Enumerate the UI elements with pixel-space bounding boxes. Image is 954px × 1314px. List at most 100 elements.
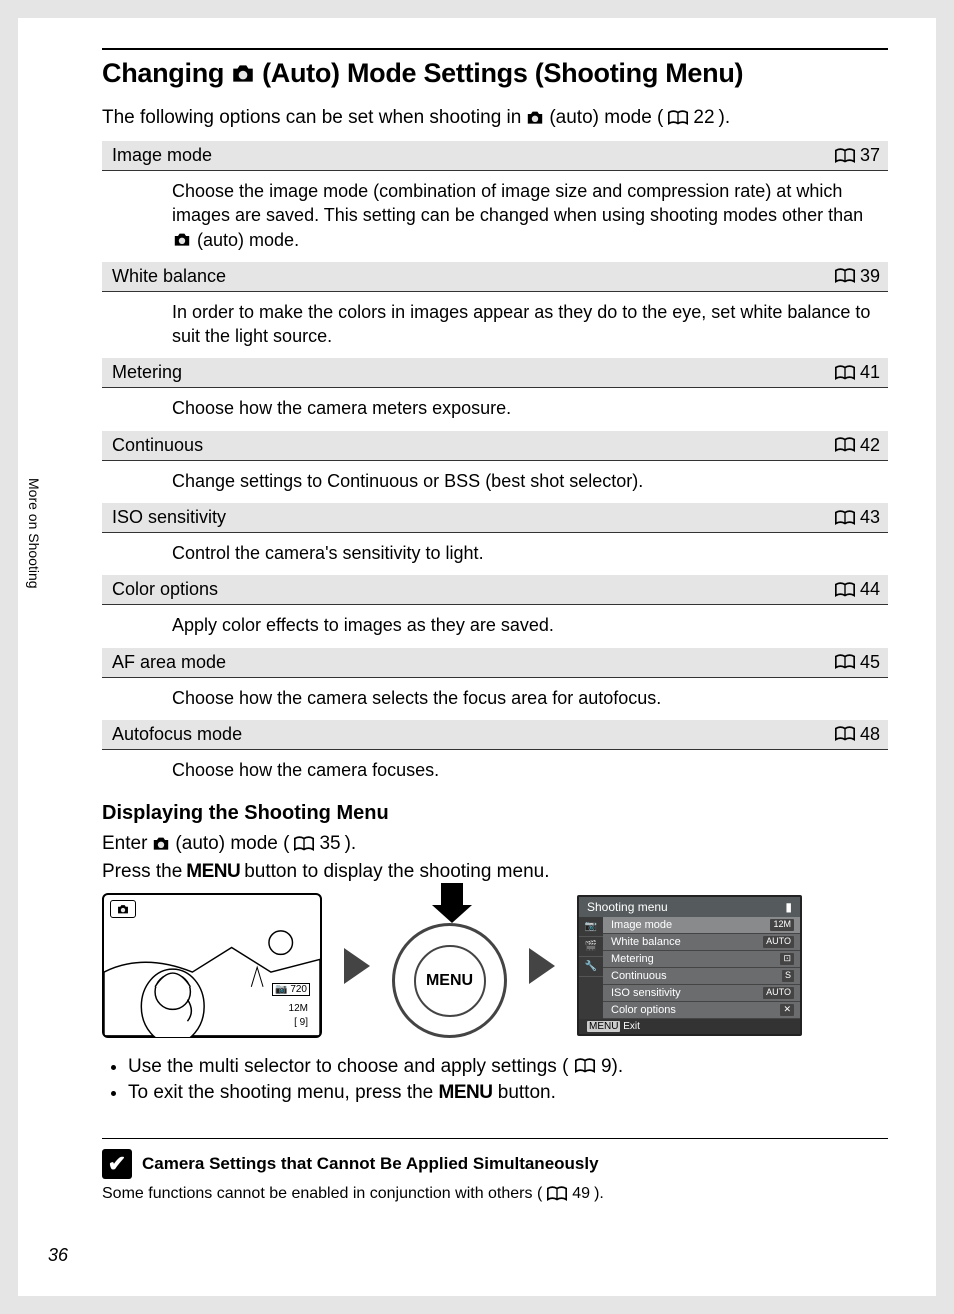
desc-text: Apply color effects to images as they ar… bbox=[172, 615, 554, 635]
camera-icon bbox=[116, 904, 130, 915]
bullet-list: Use the multi selector to choose and app… bbox=[128, 1056, 888, 1104]
menu-item[interactable]: Image mode12M bbox=[603, 917, 800, 934]
option-name: White balance bbox=[112, 266, 226, 287]
option-desc: Control the camera's sensitivity to ligh… bbox=[102, 533, 888, 575]
bullet-item: To exit the shooting menu, press the MEN… bbox=[128, 1082, 888, 1104]
sidebar-label: More on Shooting bbox=[26, 478, 42, 589]
menu-item-value: AUTO bbox=[763, 987, 794, 999]
ref-num: 44 bbox=[860, 579, 880, 600]
tab-movie-icon: 🎬 bbox=[579, 937, 603, 957]
diagram-row: 📷 720 12M [ 9] MENU Shooting menu ▮ bbox=[102, 893, 888, 1038]
option-desc: Choose how the camera selects the focus … bbox=[102, 678, 888, 720]
title-post: (Auto) Mode Settings (Shooting Menu) bbox=[262, 58, 743, 89]
bullet-close: ). bbox=[612, 1056, 624, 1077]
press-pre: Press the bbox=[102, 861, 182, 883]
menu-item-label: White balance bbox=[611, 936, 681, 948]
menu-item[interactable]: Color options ✕ bbox=[603, 1002, 800, 1019]
arrow-right-icon bbox=[529, 948, 555, 984]
desc-pre: Choose the image mode (combination of im… bbox=[172, 181, 863, 225]
menu-item[interactable]: ContinuousS bbox=[603, 968, 800, 985]
menu-item-value: ✕ bbox=[780, 1004, 794, 1016]
tab-setup-icon: 🔧 bbox=[579, 957, 603, 977]
option-row: Metering 41 bbox=[102, 358, 888, 388]
enter-mid: (auto) mode ( bbox=[175, 833, 289, 855]
arrow-down-icon bbox=[432, 883, 472, 921]
book-icon bbox=[834, 510, 856, 526]
ref-num: 45 bbox=[860, 652, 880, 673]
option-desc: Apply color effects to images as they ar… bbox=[102, 605, 888, 647]
menu-item-label: Image mode bbox=[611, 919, 672, 931]
ref-num: 37 bbox=[860, 145, 880, 166]
book-icon bbox=[546, 1186, 568, 1202]
book-icon bbox=[834, 582, 856, 598]
enter-pre: Enter bbox=[102, 833, 147, 855]
book-icon bbox=[834, 268, 856, 284]
camera-icon bbox=[525, 110, 545, 126]
desc-post: (auto) mode. bbox=[197, 230, 299, 250]
intro-ref: 22 bbox=[693, 107, 714, 129]
note-body-ref: 49 bbox=[572, 1185, 590, 1203]
option-row: Autofocus mode 48 bbox=[102, 720, 888, 750]
menu-item[interactable]: ISO sensitivity AUTO bbox=[603, 985, 800, 1002]
intro-pre: The following options can be set when sh… bbox=[102, 107, 521, 129]
intro-post: (auto) mode ( bbox=[549, 107, 663, 129]
note-heading-row: ✔ Camera Settings that Cannot Be Applied… bbox=[102, 1149, 888, 1179]
menu-item[interactable]: White balanceAUTO bbox=[603, 934, 800, 951]
scene-display: 📷 720 12M [ 9] bbox=[102, 893, 322, 1038]
option-name: Color options bbox=[112, 579, 218, 600]
desc-text: In order to make the colors in images ap… bbox=[172, 302, 870, 346]
page-ref: 44 bbox=[834, 579, 880, 600]
note-body-pre: Some functions cannot be enabled in conj… bbox=[102, 1185, 542, 1203]
menu-button[interactable]: MENU bbox=[392, 923, 507, 1038]
desc-text: Choose how the camera focuses. bbox=[172, 760, 439, 780]
book-icon bbox=[834, 726, 856, 742]
press-line: Press the MENU button to display the sho… bbox=[102, 861, 888, 883]
option-name: Autofocus mode bbox=[112, 724, 242, 745]
book-icon bbox=[834, 437, 856, 453]
camera-icon bbox=[151, 836, 171, 852]
arrow-right-icon bbox=[344, 948, 370, 984]
book-icon bbox=[293, 836, 315, 852]
press-post: button to display the shooting menu. bbox=[244, 861, 549, 883]
page-ref: 37 bbox=[834, 145, 880, 166]
option-name: AF area mode bbox=[112, 652, 226, 673]
book-icon bbox=[834, 654, 856, 670]
option-desc: Choose how the camera focuses. bbox=[102, 750, 888, 792]
menu-foot-btn: MENU bbox=[587, 1021, 620, 1032]
sub-heading: Displaying the Shooting Menu bbox=[102, 802, 888, 825]
intro-close: ). bbox=[719, 107, 731, 129]
menu-label: MENU bbox=[439, 1082, 493, 1103]
sidebar-tab: More on Shooting bbox=[18, 458, 50, 638]
menu-item[interactable]: Metering⊡ bbox=[603, 951, 800, 968]
battery-icon: ▮ bbox=[785, 900, 792, 914]
note-body-close: ). bbox=[594, 1185, 604, 1203]
menu-screen: Shooting menu ▮ 📷 🎬 🔧 Image mode12M Whit… bbox=[577, 895, 802, 1036]
camera-icon bbox=[172, 232, 192, 248]
option-row: Image mode 37 bbox=[102, 141, 888, 171]
option-desc: Change settings to Continuous or BSS (be… bbox=[102, 461, 888, 503]
option-row: Continuous 42 bbox=[102, 431, 888, 461]
page-ref: 48 bbox=[834, 724, 880, 745]
enter-ref: 35 bbox=[319, 833, 340, 855]
note-heading: Camera Settings that Cannot Be Applied S… bbox=[142, 1154, 599, 1174]
menu-item-label: Continuous bbox=[611, 970, 667, 982]
desc-text: Choose how the camera meters exposure. bbox=[172, 398, 511, 418]
page-number: 36 bbox=[48, 1245, 68, 1266]
menu-item-label: ISO sensitivity bbox=[611, 987, 681, 999]
option-desc: Choose the image mode (combination of im… bbox=[102, 171, 888, 262]
badge-resolution: 12M bbox=[289, 1003, 308, 1014]
option-name: Continuous bbox=[112, 435, 203, 456]
tab-shoot-icon: 📷 bbox=[579, 917, 603, 937]
menu-item-label: Color options bbox=[611, 1004, 676, 1016]
menu-screen-title: Shooting menu bbox=[587, 900, 668, 914]
title-pre: Changing bbox=[102, 58, 224, 89]
menu-button-label: MENU bbox=[414, 945, 486, 1017]
badge-shots: [ 9] bbox=[294, 1017, 308, 1028]
note-body: Some functions cannot be enabled in conj… bbox=[102, 1185, 888, 1203]
ref-num: 48 bbox=[860, 724, 880, 745]
menu-item-value: ⊡ bbox=[780, 953, 794, 965]
page-ref: 45 bbox=[834, 652, 880, 673]
ref-num: 39 bbox=[860, 266, 880, 287]
camera-mode-icon bbox=[110, 900, 136, 918]
book-icon bbox=[834, 148, 856, 164]
